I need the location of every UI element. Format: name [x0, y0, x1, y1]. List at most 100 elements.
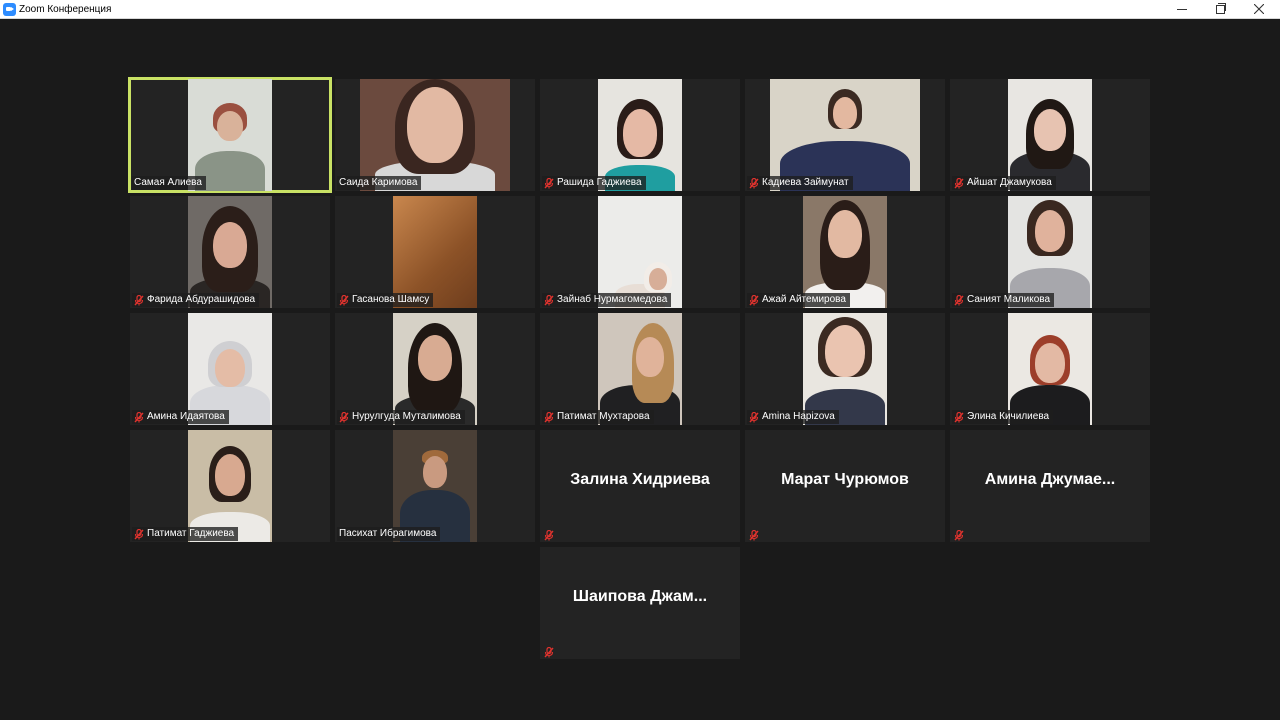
- participant-video: [188, 196, 272, 308]
- participant-video: [188, 79, 272, 191]
- close-icon: [1254, 4, 1264, 14]
- participant-video: [393, 430, 477, 542]
- participant-video: [360, 79, 510, 191]
- mic-muted-icon: [954, 411, 964, 423]
- participant-video: [393, 313, 477, 425]
- participant-video: [598, 196, 682, 308]
- mic-muted-icon: [954, 177, 964, 189]
- participant-name-tag: Нурулгуда Муталимова: [337, 410, 465, 424]
- participant-tile[interactable]: Нурулгуда Муталимова: [335, 313, 535, 425]
- participant-video: [803, 196, 887, 308]
- participant-name: Патимат Гаджиева: [147, 528, 235, 539]
- participant-video: [1008, 196, 1092, 308]
- participant-name: Нурулгуда Муталимова: [352, 411, 461, 422]
- restore-button[interactable]: [1200, 0, 1240, 19]
- participant-name-tag: Патимат Гаджиева: [132, 527, 239, 541]
- participant-tile[interactable]: Самая Алиева: [128, 77, 332, 193]
- minimize-button[interactable]: [1162, 0, 1202, 19]
- participant-video: [393, 196, 477, 308]
- participant-name-tag: Айшат Джамукова: [952, 176, 1056, 190]
- mic-muted-icon: [544, 411, 554, 423]
- zoom-app-icon: [3, 3, 16, 16]
- participant-tile[interactable]: Шаипова Джам...: [540, 547, 740, 659]
- participant-tile[interactable]: Элина Кичилиева: [950, 313, 1150, 425]
- participant-tile[interactable]: Амина Джумае...: [950, 430, 1150, 542]
- mic-muted-icon: [544, 177, 554, 189]
- participant-name-tag: Амина Идаятова: [132, 410, 229, 424]
- participant-name: Самая Алиева: [134, 177, 202, 188]
- participant-tile[interactable]: Амина Идаятова: [130, 313, 330, 425]
- participant-name-tag: Кадиева Займунат: [747, 176, 853, 190]
- participant-video: [803, 313, 887, 425]
- participant-tile[interactable]: Гасанова Шамсу: [335, 196, 535, 308]
- participant-name-tag: Самая Алиева: [132, 176, 206, 190]
- mic-muted-icon: [544, 294, 554, 306]
- participant-name: Пасихат Ибрагимова: [339, 528, 437, 539]
- mic-muted-icon: [134, 411, 144, 423]
- participant-name-tag: Фарида Абдурашидова: [132, 293, 260, 307]
- mic-muted-icon: [544, 645, 554, 658]
- window-title: Zoom Конференция: [19, 4, 112, 15]
- participant-name: Amina Hapizova: [762, 411, 835, 422]
- participant-tile[interactable]: Айшат Джамукова: [950, 79, 1150, 191]
- mic-muted-icon: [339, 411, 349, 423]
- participant-tile[interactable]: Рашида Гаджиева: [540, 79, 740, 191]
- participant-name-tag: Гасанова Шамсу: [337, 293, 434, 307]
- mic-muted-icon: [134, 528, 144, 540]
- mic-muted-icon: [339, 294, 349, 306]
- participant-name: Шаипова Джам...: [572, 588, 708, 605]
- participant-tile[interactable]: Зайнаб Нурмагомедова: [540, 196, 740, 308]
- participant-tile[interactable]: Патимат Мухтарова: [540, 313, 740, 425]
- participant-name: Саида Каримова: [339, 177, 418, 188]
- participant-video: [188, 313, 272, 425]
- participant-name: Амина Идаятова: [147, 411, 225, 422]
- participant-name: Амина Джумае...: [984, 471, 1116, 488]
- participant-name-tag: Amina Hapizova: [747, 410, 839, 424]
- close-button[interactable]: [1239, 0, 1279, 19]
- participant-name: Залина Хидриева: [570, 471, 710, 488]
- participant-tile[interactable]: Саният Маликова: [950, 196, 1150, 308]
- mic-muted-icon: [749, 411, 759, 423]
- participant-name: Саният Маликова: [967, 294, 1051, 305]
- participant-tile[interactable]: Кадиева Займунат: [745, 79, 945, 191]
- participant-tile[interactable]: Пасихат Ибрагимова: [335, 430, 535, 542]
- participant-name: Ажай Айтемирова: [762, 294, 846, 305]
- participant-name-tag: Элина Кичилиева: [952, 410, 1054, 424]
- mic-muted-icon: [954, 528, 964, 541]
- video-gallery: Самая Алиева Саида Каримова Рашида Гаджи…: [0, 19, 1280, 720]
- mic-muted-icon: [544, 528, 554, 541]
- participant-tile[interactable]: Фарида Абдурашидова: [130, 196, 330, 308]
- participant-name: Марат Чурюмов: [781, 471, 909, 488]
- participant-name: Рашида Гаджиева: [557, 177, 642, 188]
- participant-name-tag: Ажай Айтемирова: [747, 293, 850, 307]
- participant-name-tag: Саида Каримова: [337, 176, 422, 190]
- participant-tile[interactable]: Залина Хидриева: [540, 430, 740, 542]
- mic-muted-icon: [749, 294, 759, 306]
- participant-video: [188, 430, 272, 542]
- participant-name: Гасанова Шамсу: [352, 294, 430, 305]
- participant-name-tag: Патимат Мухтарова: [542, 410, 654, 424]
- mic-muted-icon: [749, 528, 759, 541]
- mic-muted-icon: [749, 177, 759, 189]
- participant-name: Фарида Абдурашидова: [147, 294, 256, 305]
- participant-video: [598, 313, 682, 425]
- participant-name: Патимат Мухтарова: [557, 411, 650, 422]
- participant-tile[interactable]: Марат Чурюмов: [745, 430, 945, 542]
- mic-muted-icon: [954, 294, 964, 306]
- participant-tile[interactable]: Ажай Айтемирова: [745, 196, 945, 308]
- participant-tile[interactable]: Саида Каримова: [335, 79, 535, 191]
- participant-name-tag: Зайнаб Нурмагомедова: [542, 293, 672, 307]
- participant-video: [598, 79, 682, 191]
- participant-video: [770, 79, 920, 191]
- participant-video: [1008, 313, 1092, 425]
- participant-video: [1008, 79, 1092, 191]
- participant-name-tag: Рашида Гаджиева: [542, 176, 646, 190]
- participant-tile[interactable]: Amina Hapizova: [745, 313, 945, 425]
- participant-name: Зайнаб Нурмагомедова: [557, 294, 668, 305]
- participant-name-tag: Саният Маликова: [952, 293, 1055, 307]
- participant-name: Элина Кичилиева: [967, 411, 1050, 422]
- participant-name-tag: Пасихат Ибрагимова: [337, 527, 441, 541]
- mic-muted-icon: [134, 294, 144, 306]
- participant-tile[interactable]: Патимат Гаджиева: [130, 430, 330, 542]
- title-bar: Zoom Конференция: [0, 0, 1280, 19]
